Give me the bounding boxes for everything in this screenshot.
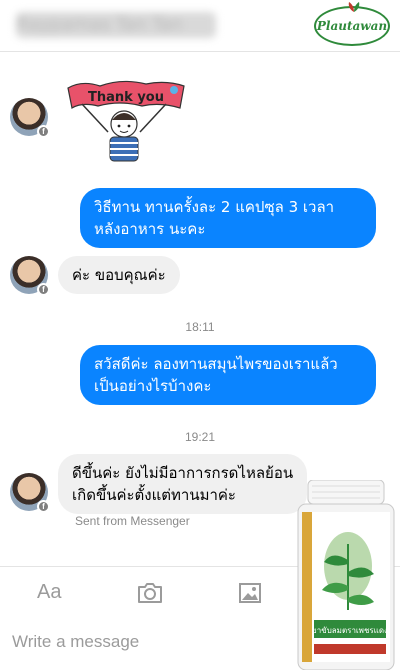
message-bubble-incoming[interactable]: ดีขึ้นค่ะ ยังไม่มีอาการกรดไหลย้อน เกิดขึ… <box>58 454 308 514</box>
timestamp: 18:11 <box>185 320 215 334</box>
avatar[interactable]: f <box>10 256 50 296</box>
contact-name[interactable]: Raypamas Tan Tan <box>16 12 216 38</box>
facebook-badge-icon: f <box>37 283 50 296</box>
facebook-badge-icon: f <box>37 500 50 513</box>
leaf-icon <box>348 2 360 12</box>
message-line: ดีขึ้นค่ะ ยังไม่มีอาการกรดไหลย้อน <box>72 464 294 482</box>
product-bottle-image: ยาขับลมตราเพชรแดง <box>297 480 395 670</box>
avatar[interactable]: f <box>10 473 50 513</box>
conversation-header: Raypamas Tan Tan Plautawan <box>0 0 400 52</box>
thank-you-sticker: Thank you <box>67 80 185 162</box>
text-format-button[interactable]: Aa <box>37 581 61 604</box>
product-label-text: ยาขับลมตราเพชรแดง <box>312 626 388 635</box>
message-line: หลังอาหาร นะคะ <box>94 220 206 238</box>
camera-icon[interactable] <box>136 581 164 605</box>
message-line: สวัสดีค่ะ ลองทานสมุนไพรของเราแล้ว <box>94 355 338 373</box>
message-input[interactable]: Write a message <box>12 632 139 652</box>
timestamp: 19:21 <box>184 430 216 444</box>
sticker-text: Thank you <box>88 90 164 105</box>
facebook-badge-icon: f <box>37 125 50 138</box>
sent-from-label: Sent from Messenger <box>75 514 190 528</box>
brand-logo-text: Plautawan <box>316 19 388 33</box>
brand-logo: Plautawan <box>314 2 390 46</box>
image-gallery-icon[interactable] <box>238 581 262 605</box>
message-line: วิธีทาน ทานครั้งละ 2 แคปซุล 3 เวลา <box>94 198 335 216</box>
message-bubble-incoming[interactable]: ค่ะ ขอบคุณค่ะ <box>58 256 180 294</box>
message-bubble-outgoing[interactable]: สวัสดีค่ะ ลองทานสมุนไพรของเราแล้ว เป็นอย… <box>80 345 376 405</box>
message-line: ค่ะ ขอบคุณค่ะ <box>72 266 166 284</box>
avatar[interactable]: f <box>10 98 50 138</box>
message-line: เกิดขึ้นค่ะตั้งแต่ทานมาค่ะ <box>72 486 236 504</box>
message-bubble-outgoing[interactable]: วิธีทาน ทานครั้งละ 2 แคปซุล 3 เวลา หลังอ… <box>80 188 376 248</box>
message-line: เป็นอย่างไรบ้างคะ <box>94 377 212 395</box>
